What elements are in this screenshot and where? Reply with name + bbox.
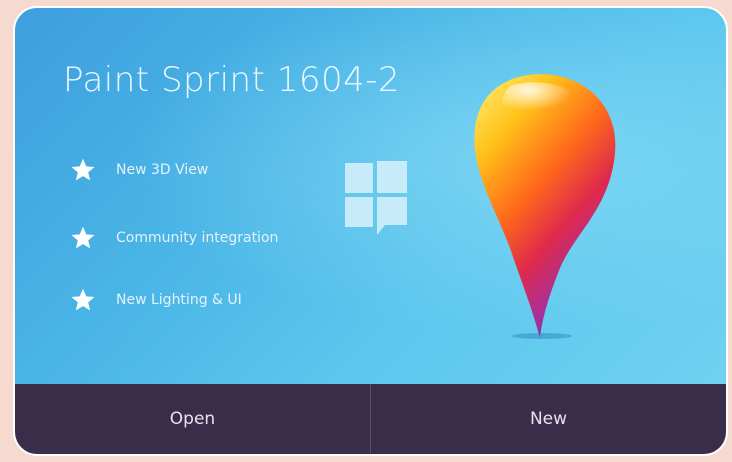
action-bar: Open New [15,384,726,454]
star-icon [71,288,95,311]
feature-label: New Lighting & UI [116,292,242,308]
paint-balloon-logo [474,74,616,339]
open-button[interactable]: Open [15,384,370,454]
splash-hero: Paint Sprint 1604-2 New 3D View Communit… [15,8,726,384]
new-button[interactable]: New [370,384,726,454]
star-icon [71,226,95,249]
windows-logo-icon [345,161,407,235]
feature-item: New 3D View [70,153,278,187]
feature-item: Community integration [70,221,278,255]
open-button-label: Open [169,409,216,429]
feature-list: New 3D View Community integration New Li… [70,153,278,351]
feature-label: New 3D View [116,162,209,178]
feature-item: New Lighting & UI [70,283,278,317]
background-frame: Paint Sprint 1604-2 New 3D View Communit… [0,0,732,462]
new-button-label: New [529,409,568,429]
app-title: Paint Sprint 1604-2 [63,60,401,100]
feature-label: Community integration [116,230,279,246]
star-icon [71,158,95,181]
splash-window: Paint Sprint 1604-2 New 3D View Communit… [15,8,726,454]
